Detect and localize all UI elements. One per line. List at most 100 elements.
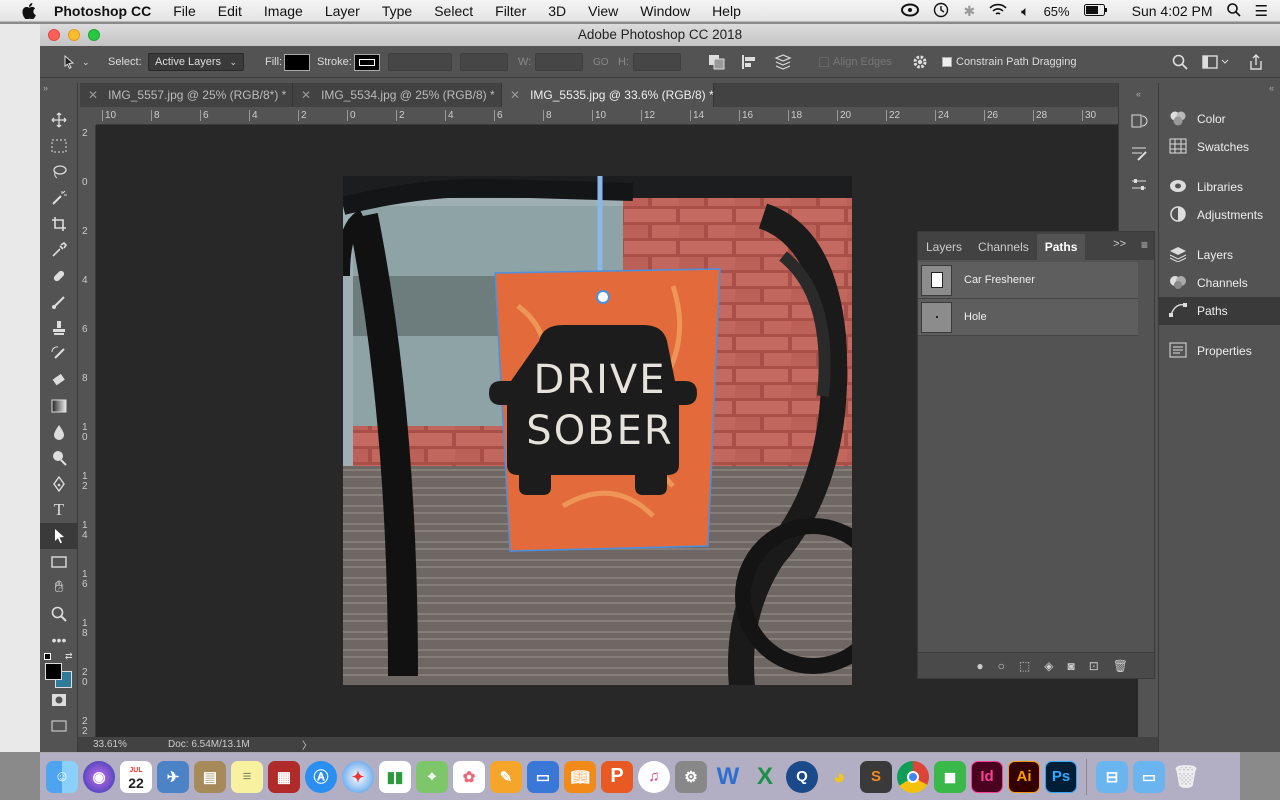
notification-center-icon[interactable]: ☰: [1255, 2, 1268, 20]
hand-tool-icon[interactable]: ✋︎: [40, 575, 78, 601]
path-arrangement-icon[interactable]: [774, 46, 792, 78]
close-tab-icon[interactable]: ✕: [88, 88, 98, 102]
safari-icon[interactable]: ✦: [342, 760, 374, 793]
word-icon[interactable]: W: [712, 761, 744, 793]
history-brush-tool-icon[interactable]: [40, 341, 78, 367]
panel-color[interactable]: Color: [1159, 105, 1280, 133]
photoshop-icon[interactable]: Ps: [1045, 760, 1077, 793]
default-colors-icon[interactable]: [44, 653, 51, 660]
cyberduck-icon[interactable]: ◕: [823, 761, 855, 793]
panel-libraries[interactable]: Libraries: [1159, 173, 1280, 201]
volume-icon[interactable]: 🔈︎: [1021, 3, 1029, 20]
workspace-switcher-icon[interactable]: [1202, 46, 1230, 78]
trash-icon[interactable]: 🗑︎: [1170, 761, 1202, 793]
align-edges-option[interactable]: Align Edges: [819, 46, 892, 78]
direct-selection-tool-icon[interactable]: [40, 523, 78, 549]
zoom-level[interactable]: 33.61%: [78, 739, 140, 750]
panel-paths[interactable]: Paths: [1159, 297, 1280, 325]
zoom-tool-icon[interactable]: [40, 601, 78, 627]
chrome-icon[interactable]: [897, 760, 929, 793]
stroke-swatch[interactable]: [354, 53, 380, 71]
gradient-tool-icon[interactable]: [40, 393, 78, 419]
status-menu-arrow[interactable]: 〉: [302, 737, 312, 752]
history-panel-icon[interactable]: [1119, 105, 1158, 137]
menu-help[interactable]: Help: [712, 3, 741, 19]
notes-folder-icon[interactable]: ▤: [194, 760, 226, 793]
pages-icon[interactable]: ✎: [490, 760, 522, 793]
excel-icon[interactable]: X: [749, 761, 781, 793]
menu-view[interactable]: View: [588, 3, 618, 19]
link-wh-icon[interactable]: GO: [593, 46, 609, 78]
documents-folder-icon[interactable]: ▭: [1133, 760, 1165, 793]
time-machine-icon[interactable]: [933, 2, 949, 21]
menu-file[interactable]: File: [173, 3, 196, 19]
menu-type[interactable]: Type: [382, 3, 412, 19]
delete-path-icon[interactable]: 🗑︎: [1113, 659, 1128, 673]
menu-layer[interactable]: Layer: [325, 3, 360, 19]
constrain-checkbox[interactable]: [942, 57, 952, 67]
crop-tool-icon[interactable]: [40, 211, 78, 237]
preview-icon[interactable]: ✈: [157, 760, 189, 793]
rectangle-tool-icon[interactable]: [40, 549, 78, 575]
lasso-tool-icon[interactable]: [40, 159, 78, 185]
color-swatches[interactable]: ⇄: [40, 651, 77, 688]
quicktime-icon[interactable]: Q: [786, 760, 818, 793]
healing-brush-tool-icon[interactable]: [40, 263, 78, 289]
tab-img-5534[interactable]: ✕ IMG_5534.jpg @ 25% (RGB/8) *: [293, 83, 502, 107]
menu-image[interactable]: Image: [264, 3, 303, 19]
width-field[interactable]: [535, 53, 583, 71]
creative-cloud-icon[interactable]: [901, 3, 920, 20]
path-alignment-icon[interactable]: [740, 46, 758, 78]
magic-wand-tool-icon[interactable]: [40, 185, 78, 211]
stroke-width-field[interactable]: [388, 53, 452, 71]
maps-icon[interactable]: ⌖: [416, 760, 448, 793]
dodge-tool-icon[interactable]: [40, 445, 78, 471]
itunes-icon[interactable]: ♫: [638, 760, 670, 793]
panel-menu-icon[interactable]: ≡: [1141, 238, 1148, 252]
eraser-tool-icon[interactable]: [40, 367, 78, 393]
panel-layers[interactable]: Layers: [1159, 241, 1280, 269]
sublime-icon[interactable]: S: [860, 760, 892, 793]
adjustment-sliders-icon[interactable]: [1119, 169, 1158, 201]
tab-img-5535[interactable]: ✕ IMG_5535.jpg @ 33.6% (RGB/8) *: [502, 83, 714, 107]
menu-3d[interactable]: 3D: [548, 3, 566, 19]
document-image[interactable]: DRIVE SOBER: [343, 176, 852, 685]
photos-icon[interactable]: ✿: [453, 760, 485, 793]
photo-booth-icon[interactable]: ▦: [268, 760, 300, 793]
battery-icon[interactable]: [1083, 3, 1108, 19]
stickies-icon[interactable]: ≡: [231, 760, 263, 793]
more-tools-icon[interactable]: •••: [40, 627, 78, 653]
tools-collapse-icon[interactable]: »: [40, 83, 77, 107]
illustrator-icon[interactable]: Ai: [1008, 760, 1040, 793]
marquee-tool-icon[interactable]: [40, 133, 78, 159]
move-tool-icon[interactable]: [40, 107, 78, 133]
menu-filter[interactable]: Filter: [495, 3, 526, 19]
calendar-icon[interactable]: JUL 22: [120, 760, 152, 793]
menu-window[interactable]: Window: [640, 3, 690, 19]
bluetooth-icon[interactable]: ✱: [963, 3, 975, 20]
gear-icon[interactable]: [912, 46, 928, 78]
indesign-icon[interactable]: Id: [971, 760, 1003, 793]
zoom-button[interactable]: [88, 29, 100, 41]
path-selection-tool-preset[interactable]: ⌄: [62, 46, 90, 78]
system-preferences-icon[interactable]: ⚙: [675, 760, 707, 793]
close-tab-icon[interactable]: ✕: [301, 88, 311, 102]
siri-icon[interactable]: ◉: [83, 760, 115, 793]
applications-folder-icon[interactable]: ⊟: [1096, 760, 1128, 793]
stroke-path-icon[interactable]: ○: [998, 659, 1005, 673]
height-field[interactable]: [633, 53, 681, 71]
finder-icon[interactable]: ☺: [46, 760, 78, 793]
collapse-panel-icon[interactable]: >>: [1113, 238, 1126, 250]
share-icon[interactable]: [1248, 46, 1264, 78]
fill-swatch[interactable]: [284, 53, 310, 71]
path-row-hole[interactable]: Hole: [918, 299, 1138, 336]
align-edges-checkbox[interactable]: [819, 57, 829, 67]
tab-channels[interactable]: Channels: [970, 234, 1037, 260]
path-row-car-freshener[interactable]: Car Freshener: [918, 262, 1138, 299]
menu-app-name[interactable]: Photoshop CC: [54, 3, 151, 19]
swap-colors-icon[interactable]: ⇄: [65, 651, 73, 662]
eyedropper-tool-icon[interactable]: [40, 237, 78, 263]
ibooks-icon[interactable]: 📖︎: [564, 760, 596, 793]
pocket-icon[interactable]: P: [601, 760, 633, 793]
tab-paths[interactable]: Paths: [1036, 234, 1086, 260]
